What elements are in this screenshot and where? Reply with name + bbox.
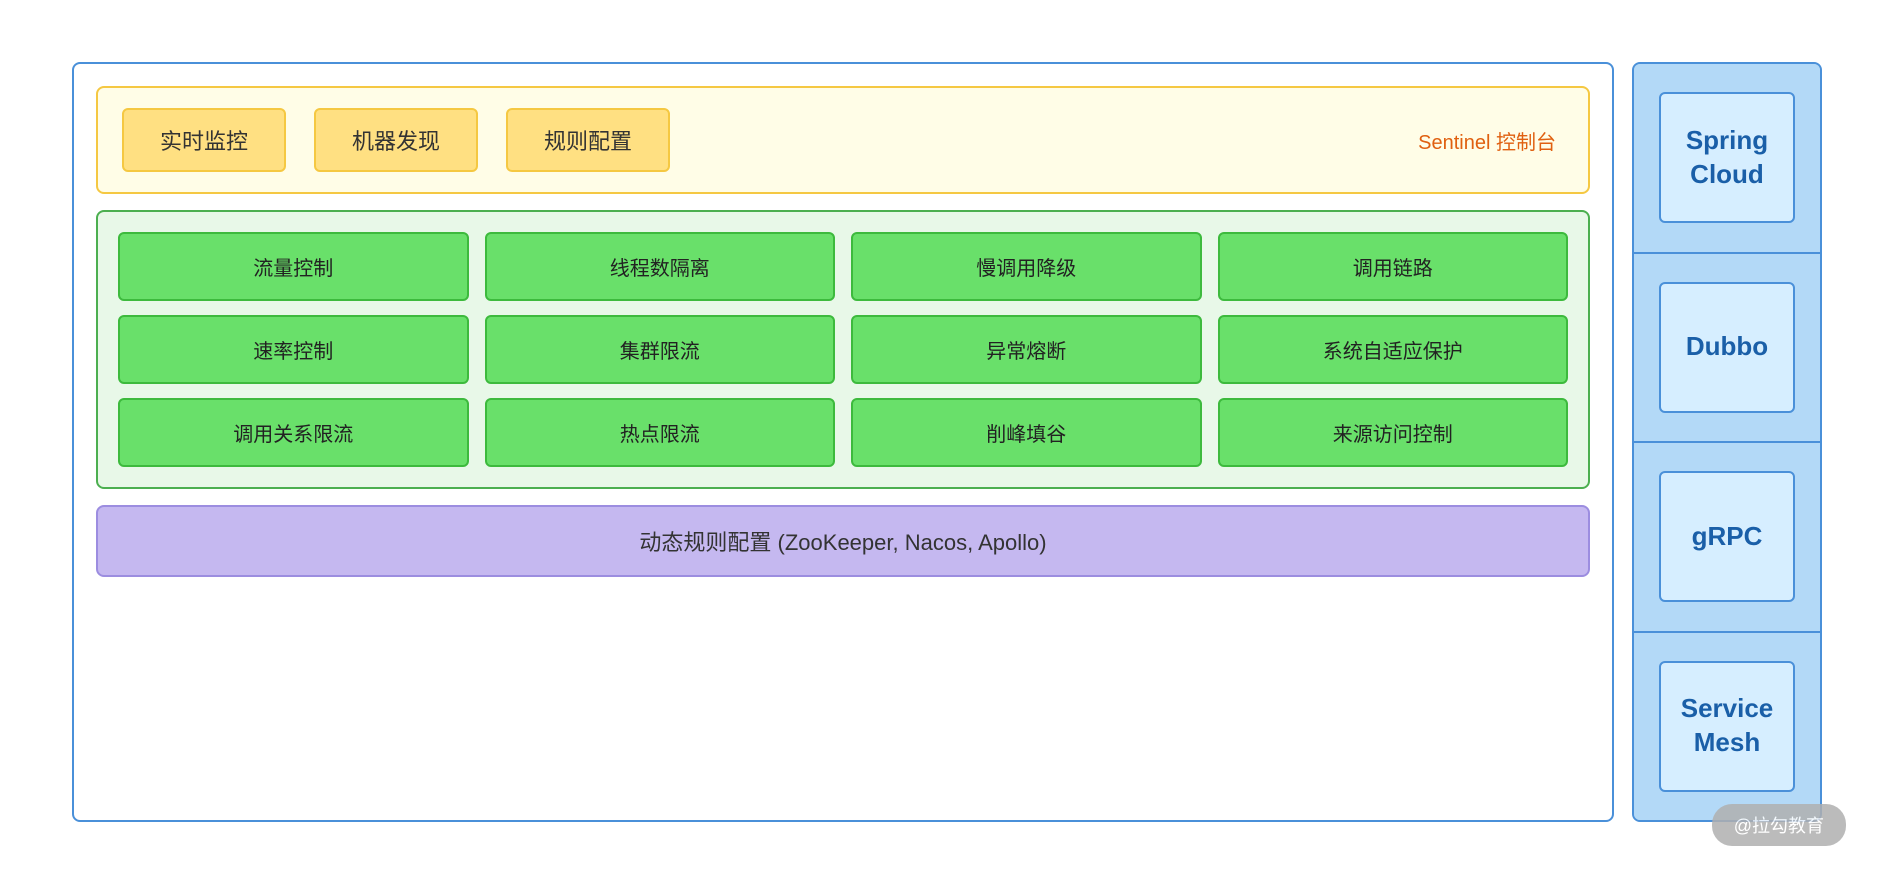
sidebar-item-spring-cloud: SpringCloud	[1634, 64, 1820, 254]
green-section: 流量控制 线程数隔离 慢调用降级 调用链路 速率控制 集群限流 异常熔断 系统自…	[96, 210, 1590, 489]
right-sidebar: SpringCloud Dubbo gRPC ServiceMesh	[1632, 62, 1822, 822]
green-box-2-2: 削峰填谷	[851, 398, 1202, 467]
outer-wrapper: 实时监控 机器发现 规则配置 Sentinel 控制台 流量控制 线程数隔离 慢…	[72, 62, 1822, 822]
sentinel-section: 实时监控 机器发现 规则配置 Sentinel 控制台	[96, 86, 1590, 194]
green-row-2: 调用关系限流 热点限流 削峰填谷 来源访问控制	[118, 398, 1568, 467]
sidebar-item-dubbo: Dubbo	[1634, 254, 1820, 444]
green-box-2-1: 热点限流	[485, 398, 836, 467]
sentinel-box-0: 实时监控	[122, 108, 286, 172]
sidebar-inner-grpc: gRPC	[1659, 471, 1795, 602]
sidebar-inner-service-mesh: ServiceMesh	[1659, 661, 1795, 792]
green-row-0: 流量控制 线程数隔离 慢调用降级 调用链路	[118, 232, 1568, 301]
green-box-1-0: 速率控制	[118, 315, 469, 384]
green-box-1-2: 异常熔断	[851, 315, 1202, 384]
sidebar-item-service-mesh: ServiceMesh	[1634, 633, 1820, 821]
sentinel-box-2: 规则配置	[506, 108, 670, 172]
sidebar-item-grpc: gRPC	[1634, 443, 1820, 633]
sentinel-boxes: 实时监控 机器发现 规则配置	[122, 108, 1386, 172]
green-box-0-1: 线程数隔离	[485, 232, 836, 301]
dynamic-config: 动态规则配置 (ZooKeeper, Nacos, Apollo)	[96, 505, 1590, 577]
green-box-2-0: 调用关系限流	[118, 398, 469, 467]
sidebar-inner-dubbo: Dubbo	[1659, 282, 1795, 413]
green-box-0-0: 流量控制	[118, 232, 469, 301]
green-box-2-3: 来源访问控制	[1218, 398, 1569, 467]
green-box-0-3: 调用链路	[1218, 232, 1569, 301]
watermark: @拉勾教育	[1712, 804, 1846, 846]
green-box-1-1: 集群限流	[485, 315, 836, 384]
main-container: 实时监控 机器发现 规则配置 Sentinel 控制台 流量控制 线程数隔离 慢…	[72, 62, 1614, 822]
green-box-1-3: 系统自适应保护	[1218, 315, 1569, 384]
sentinel-label: Sentinel 控制台	[1418, 126, 1564, 155]
green-row-1: 速率控制 集群限流 异常熔断 系统自适应保护	[118, 315, 1568, 384]
sentinel-box-1: 机器发现	[314, 108, 478, 172]
sidebar-inner-spring-cloud: SpringCloud	[1659, 92, 1795, 223]
green-box-0-2: 慢调用降级	[851, 232, 1202, 301]
